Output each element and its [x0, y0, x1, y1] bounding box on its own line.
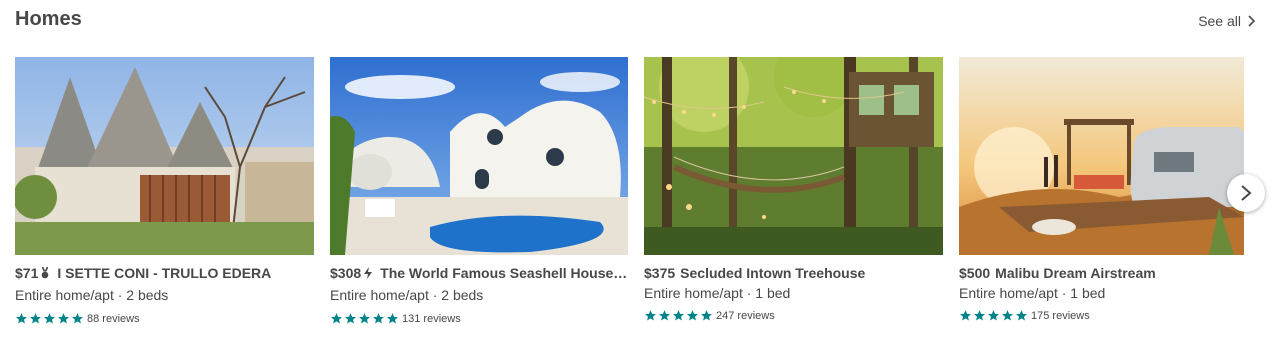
listing-title: $500 Malibu Dream Airstream — [959, 265, 1244, 281]
star-icon — [387, 313, 398, 324]
instant-book-bolt-icon — [363, 267, 373, 279]
star-icon — [1016, 310, 1027, 321]
listing-name: The World Famous Seashell House ~ Casa C… — [380, 265, 628, 281]
see-all-link[interactable]: See all — [1198, 13, 1257, 29]
listing-price: $71 — [15, 265, 39, 281]
listing-photo-treehouse[interactable] — [644, 57, 943, 255]
listing-card[interactable]: $71 I SETTE CONI - TRULLO EDERA Entire h… — [15, 57, 314, 325]
star-icon — [988, 310, 999, 321]
rating-stars — [959, 309, 1028, 322]
star-icon — [960, 310, 971, 321]
star-icon — [58, 313, 69, 324]
listing-name: Malibu Dream Airstream — [995, 265, 1156, 281]
rating-stars — [330, 312, 399, 325]
star-icon — [373, 313, 384, 324]
section-title: Homes — [15, 8, 82, 30]
listing-carousel: $71 I SETTE CONI - TRULLO EDERA Entire h… — [15, 57, 1265, 347]
superhost-medal-icon — [40, 267, 50, 279]
carousel-next-button[interactable] — [1227, 174, 1265, 212]
listing-price: $375 — [644, 265, 676, 281]
star-icon — [673, 310, 684, 321]
star-icon — [659, 310, 670, 321]
star-icon — [345, 313, 356, 324]
listing-card[interactable]: $308 The World Famous Seashell House ~ C… — [330, 57, 628, 325]
star-icon — [974, 310, 985, 321]
chevron-right-icon — [1248, 15, 1256, 27]
listing-type: Entire home/apt · 1 bed — [959, 285, 1106, 301]
star-icon — [645, 310, 656, 321]
listing-price: $500 — [959, 265, 991, 281]
listing-type: Entire home/apt · 2 beds — [15, 287, 169, 303]
listing-type: Entire home/apt · 2 beds — [330, 287, 484, 303]
listing-photo-seashell[interactable] — [330, 57, 628, 255]
listing-title: $308 The World Famous Seashell House ~ C… — [330, 265, 628, 281]
listing-photo-trullo[interactable] — [15, 57, 314, 255]
star-icon — [44, 313, 55, 324]
listing-photo-airstream[interactable] — [959, 57, 1244, 255]
listing-rating: 88 reviews — [15, 312, 314, 325]
star-icon — [359, 313, 370, 324]
listing-rating: 247 reviews — [644, 309, 943, 322]
review-count: 131 reviews — [402, 312, 461, 325]
listing-title: $71 I SETTE CONI - TRULLO EDERA — [15, 265, 314, 281]
star-icon — [16, 313, 27, 324]
listing-name: Secluded Intown Treehouse — [680, 265, 866, 281]
review-count: 88 reviews — [87, 312, 140, 325]
star-icon — [1002, 310, 1013, 321]
review-count: 175 reviews — [1031, 309, 1090, 322]
listing-price: $308 — [330, 265, 362, 281]
rating-stars — [644, 309, 713, 322]
see-all-label: See all — [1198, 13, 1241, 29]
chevron-right-icon — [1241, 185, 1252, 201]
star-icon — [72, 313, 83, 324]
star-icon — [701, 310, 712, 321]
listing-rating: 175 reviews — [959, 309, 1244, 322]
listing-rating: 131 reviews — [330, 312, 628, 325]
star-icon — [687, 310, 698, 321]
listing-type: Entire home/apt · 1 bed — [644, 285, 791, 301]
listing-title: $375 Secluded Intown Treehouse — [644, 265, 943, 281]
listing-card[interactable]: $500 Malibu Dream Airstream Entire home/… — [959, 57, 1244, 322]
review-count: 247 reviews — [716, 309, 775, 322]
rating-stars — [15, 312, 84, 325]
star-icon — [331, 313, 342, 324]
star-icon — [30, 313, 41, 324]
listing-card[interactable]: $375 Secluded Intown Treehouse Entire ho… — [644, 57, 943, 322]
listing-name: I SETTE CONI - TRULLO EDERA — [57, 265, 272, 281]
